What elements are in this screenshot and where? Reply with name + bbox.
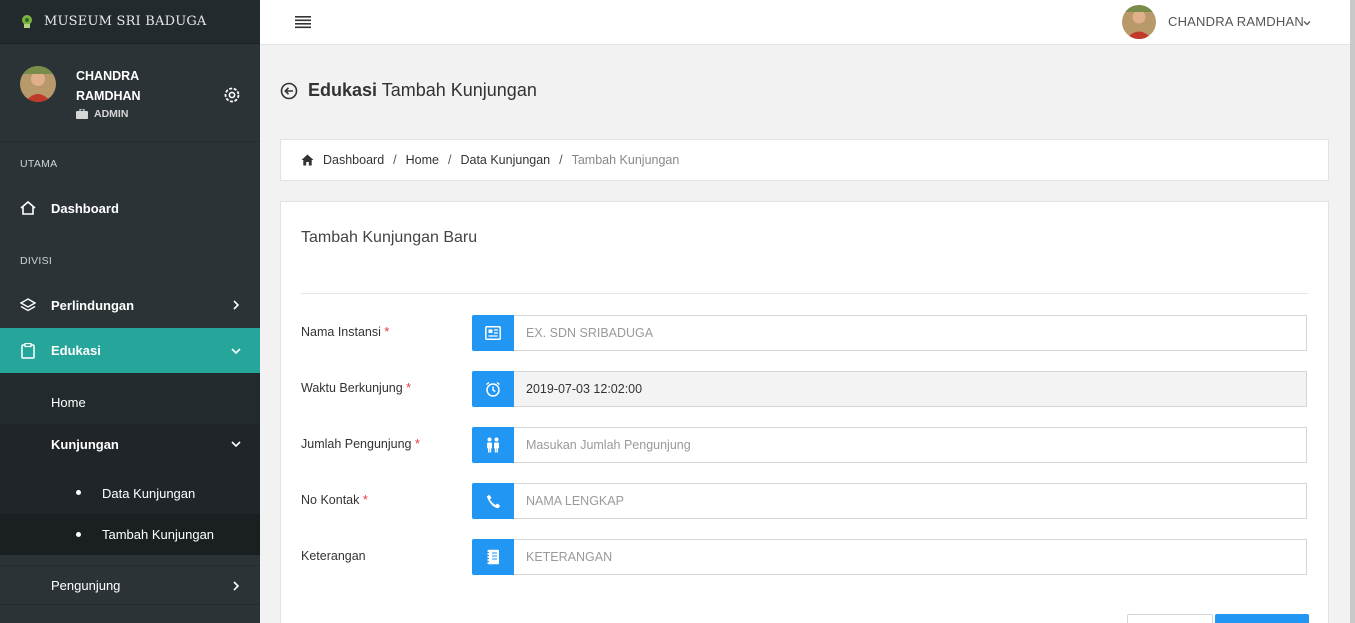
brand-name: MUSEUM SRI BADUGA bbox=[44, 14, 207, 29]
breadcrumb-separator: / bbox=[393, 153, 397, 167]
home-icon bbox=[19, 199, 37, 217]
form-card: Tambah Kunjungan Baru Nama Instansi * Wa… bbox=[280, 201, 1329, 623]
notebook-icon bbox=[472, 539, 514, 575]
reset-button[interactable] bbox=[1127, 614, 1213, 623]
sidebar-item-label: Kunjungan bbox=[51, 436, 119, 452]
sidebar: MUSEUM SRI BADUGA CHANDRA RAMDHAN ADMIN … bbox=[0, 0, 260, 623]
form-row-jumlah-pengunjung: Jumlah Pengunjung * bbox=[301, 427, 1308, 463]
form-title: Tambah Kunjungan Baru bbox=[301, 229, 478, 246]
breadcrumb: Dashboard / Home / Data Kunjungan / Tamb… bbox=[280, 139, 1329, 181]
form-row-nama-instansi: Nama Instansi * bbox=[301, 315, 1308, 351]
topbar: CHANDRA RAMDHAN bbox=[260, 0, 1355, 45]
page-heading: Edukasi Tambah Kunjungan bbox=[280, 80, 537, 101]
jumlah-pengunjung-input[interactable] bbox=[514, 427, 1307, 463]
nama-instansi-input[interactable] bbox=[514, 315, 1307, 351]
breadcrumb-data-kunjungan[interactable]: Data Kunjungan bbox=[460, 153, 550, 167]
field-label: Waktu Berkunjung * bbox=[301, 381, 412, 395]
sidebar-item-data-kunjungan[interactable]: Data Kunjungan bbox=[0, 464, 260, 514]
home-icon bbox=[301, 154, 314, 166]
no-kontak-input[interactable] bbox=[514, 483, 1307, 519]
layers-icon bbox=[19, 296, 37, 314]
sidebar-item-label: Tambah Kunjungan bbox=[102, 527, 215, 542]
section-label-division: DIVISI bbox=[20, 255, 53, 267]
form-row-no-kontak: No Kontak * bbox=[301, 483, 1308, 519]
field-label: Nama Instansi * bbox=[301, 325, 390, 339]
form-row-waktu-berkunjung: Waktu Berkunjung * bbox=[301, 371, 1308, 407]
sidebar-item-kunjungan[interactable]: Kunjungan bbox=[0, 424, 260, 464]
gear-icon[interactable] bbox=[222, 85, 242, 105]
menu-toggle-icon[interactable] bbox=[295, 15, 311, 29]
bullet-icon bbox=[76, 532, 81, 537]
briefcase-icon bbox=[76, 109, 88, 119]
form-row-keterangan: Keterangan bbox=[301, 539, 1308, 575]
sidebar-item-label: Data Kunjungan bbox=[102, 486, 196, 501]
clipboard-icon bbox=[19, 342, 37, 360]
sidebar-item-dashboard[interactable]: Dashboard bbox=[0, 188, 260, 228]
people-icon bbox=[472, 427, 514, 463]
sidebar-item-label: Edukasi bbox=[51, 343, 101, 358]
divider bbox=[301, 293, 1308, 294]
save-button[interactable] bbox=[1215, 614, 1309, 623]
page-title-rest: Tambah Kunjungan bbox=[381, 80, 537, 100]
scrollbar[interactable] bbox=[1350, 0, 1355, 623]
breadcrumb-home[interactable]: Home bbox=[406, 153, 439, 167]
user-menu-name[interactable]: CHANDRA RAMDHAN bbox=[1168, 14, 1304, 29]
sidebar-item-pengunjung[interactable]: Pengunjung bbox=[0, 565, 260, 605]
chevron-right-icon bbox=[233, 300, 240, 310]
chevron-down-icon bbox=[231, 348, 241, 355]
id-card-icon bbox=[472, 315, 514, 351]
brand[interactable]: MUSEUM SRI BADUGA bbox=[0, 0, 260, 44]
breadcrumb-separator: / bbox=[447, 153, 452, 167]
breadcrumb-separator: / bbox=[559, 153, 563, 167]
museum-logo-icon bbox=[18, 13, 36, 31]
sidebar-item-label: Home bbox=[51, 395, 86, 410]
keterangan-input[interactable] bbox=[514, 539, 1307, 575]
profile-role: ADMIN bbox=[76, 108, 128, 120]
breadcrumb-dashboard[interactable]: Dashboard bbox=[323, 153, 384, 167]
alarm-clock-icon bbox=[472, 371, 514, 407]
sidebar-item-tambah-kunjungan[interactable]: Tambah Kunjungan bbox=[0, 514, 260, 555]
breadcrumb-current: Tambah Kunjungan bbox=[571, 153, 680, 167]
chevron-down-icon bbox=[231, 441, 241, 448]
sidebar-item-label: Pengunjung bbox=[51, 577, 121, 593]
sidebar-item-label: Perlindungan bbox=[51, 297, 135, 313]
profile-role-label: ADMIN bbox=[94, 108, 129, 120]
phone-icon bbox=[472, 483, 514, 519]
chevron-down-icon[interactable] bbox=[1302, 18, 1312, 28]
sidebar-item-label: Dashboard bbox=[51, 200, 119, 216]
field-label: Keterangan bbox=[301, 549, 366, 563]
sidebar-item-home[interactable]: Home bbox=[0, 373, 260, 424]
section-label-main: UTAMA bbox=[20, 158, 58, 170]
sidebar-item-perlindungan[interactable]: Perlindungan bbox=[0, 285, 260, 325]
avatar[interactable] bbox=[20, 66, 56, 102]
sidebar-item-edukasi[interactable]: Edukasi bbox=[0, 328, 260, 373]
avatar[interactable] bbox=[1122, 5, 1156, 39]
waktu-berkunjung-input[interactable] bbox=[514, 371, 1307, 407]
chevron-right-icon bbox=[233, 581, 240, 591]
page-title-bold: Edukasi bbox=[308, 80, 378, 100]
sidebar-profile: CHANDRA RAMDHAN bbox=[0, 44, 260, 142]
back-arrow-icon[interactable] bbox=[280, 82, 298, 100]
field-label: No Kontak * bbox=[301, 493, 368, 507]
profile-name: CHANDRA RAMDHAN bbox=[76, 69, 141, 103]
field-label: Jumlah Pengunjung * bbox=[301, 437, 420, 451]
page-title: Edukasi Tambah Kunjungan bbox=[308, 80, 537, 101]
bullet-icon bbox=[76, 490, 81, 495]
